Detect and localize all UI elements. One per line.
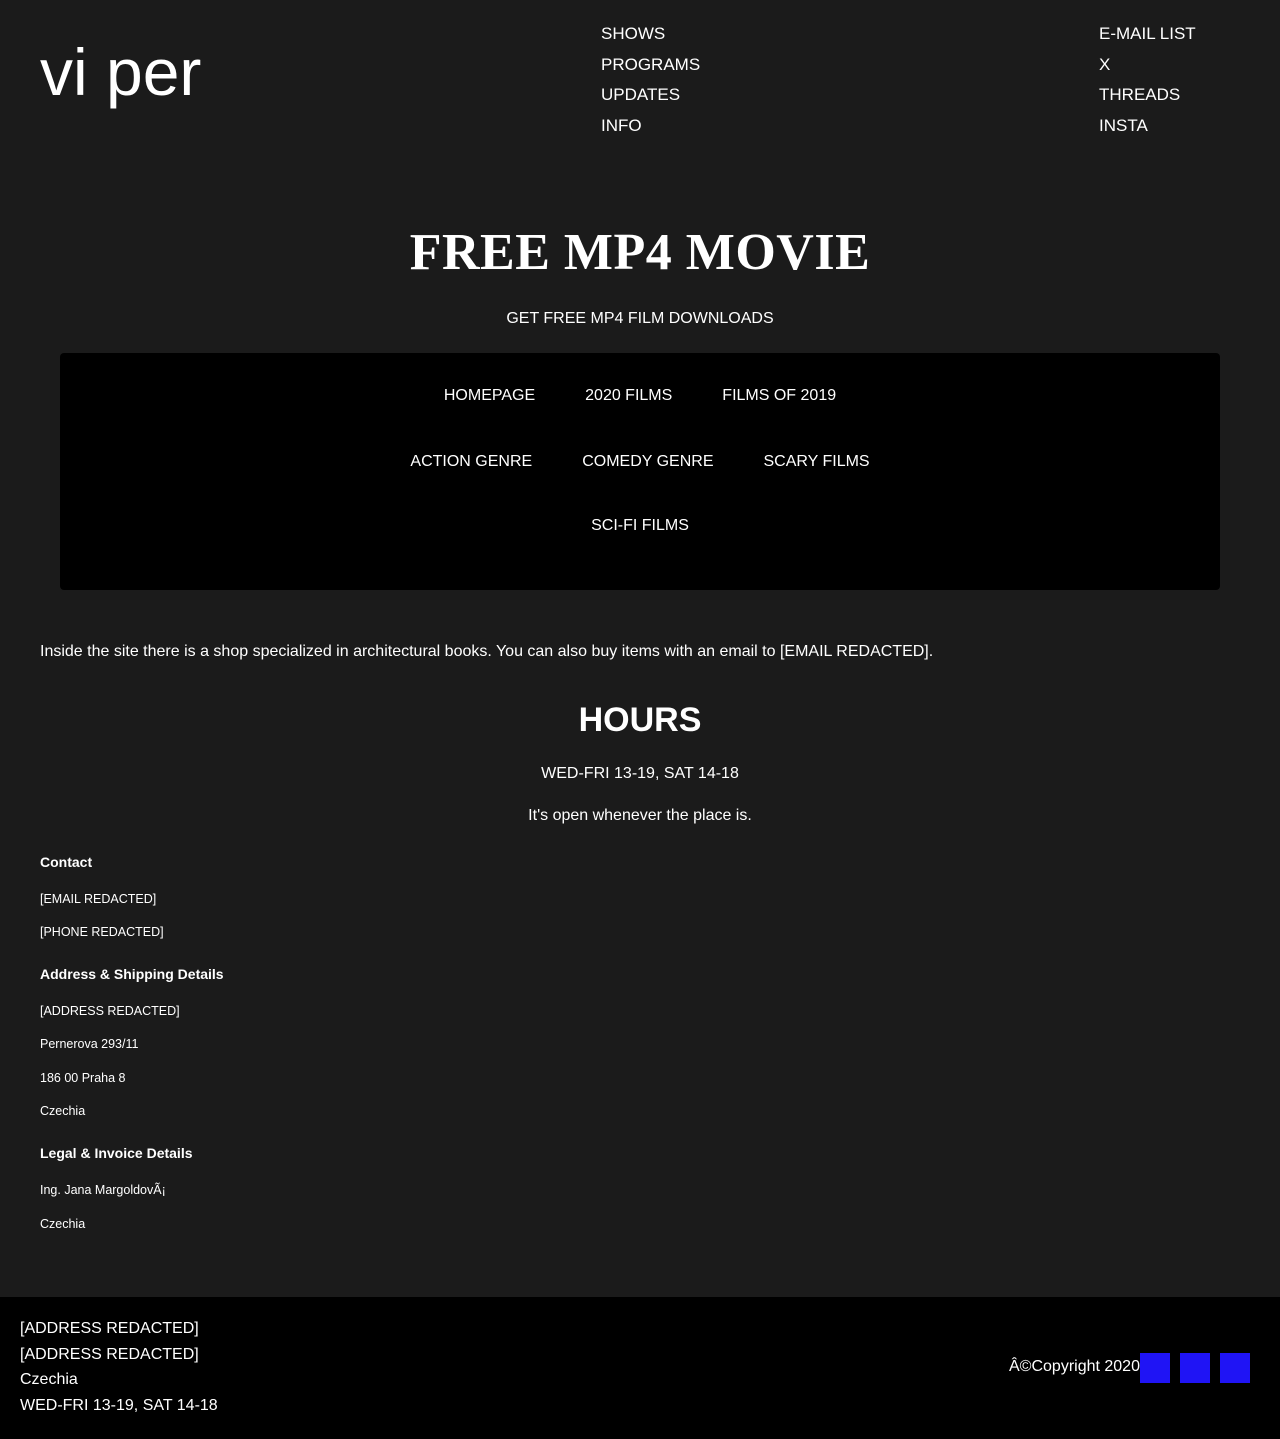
nav-item-x[interactable]: X	[1099, 50, 1196, 81]
legal-line: Ing. Jana MargoldovÃ¡	[40, 1183, 166, 1197]
menu-item-scary-films[interactable]: SCARY FILMS	[763, 452, 869, 472]
legal-heading: Legal & Invoice Details	[40, 1145, 193, 1161]
footer-line: WED-FRI 13-19, SAT 14-18	[20, 1397, 218, 1415]
nav-link-insta[interactable]: INSTA	[1099, 116, 1148, 135]
menu-item-action-genre[interactable]: ACTION GENRE	[410, 452, 532, 472]
contact-email[interactable]: [EMAIL REDACTED]	[40, 891, 156, 907]
hero-title: FREE MP4 MOVIE	[409, 224, 871, 281]
hours-heading: HOURS	[578, 701, 702, 739]
intro-text: Inside the site there is a shop speciali…	[40, 643, 934, 660]
nav-item-threads[interactable]: THREADS	[1099, 80, 1196, 111]
menu-item-2020-films[interactable]: 2020 FILMS	[585, 386, 672, 406]
nav-link-info[interactable]: INFO	[601, 116, 642, 135]
social-icon-2[interactable]	[1180, 1353, 1210, 1383]
nav-link-x[interactable]: X	[1099, 55, 1110, 74]
copyright-text: Â©Copyright 2020	[1009, 1358, 1140, 1375]
legal-line: Czechia	[40, 1217, 86, 1231]
hours-time: WED-FRI 13-19, SAT 14-18	[541, 765, 739, 782]
contact-phone[interactable]: [PHONE REDACTED]	[40, 924, 164, 940]
social-nav: E-MAIL LIST X THREADS INSTA	[1099, 19, 1196, 141]
footer-line: Czechia	[20, 1371, 78, 1389]
address-line: [ADDRESS REDACTED]	[40, 1004, 180, 1018]
footer-line: [ADDRESS REDACTED]	[20, 1345, 199, 1363]
address-line: Czechia	[40, 1104, 86, 1118]
nav-item-info[interactable]: INFO	[601, 111, 700, 142]
social-icon-1[interactable]	[1140, 1353, 1170, 1383]
category-menu: HOMEPAGE 2020 FILMS FILMS OF 2019 ACTION…	[60, 353, 1220, 590]
social-icon-3[interactable]	[1220, 1353, 1250, 1383]
nav-item-updates[interactable]: UPDATES	[601, 80, 700, 111]
hours-note: It's open whenever the place is.	[528, 807, 752, 824]
address-line: 186 00 Praha 8	[40, 1071, 126, 1085]
menu-row: HOMEPAGE 2020 FILMS FILMS OF 2019	[60, 386, 1220, 406]
nav-item-insta[interactable]: INSTA	[1099, 111, 1196, 142]
hero-subtitle: GET FREE MP4 FILM DOWNLOADS	[506, 310, 774, 327]
site-footer: [ADDRESS REDACTED] [ADDRESS REDACTED] Cz…	[0, 1297, 1280, 1439]
nav-item-shows[interactable]: SHOWS	[601, 19, 700, 50]
nav-link-programs[interactable]: PROGRAMS	[601, 55, 700, 74]
nav-link-shows[interactable]: SHOWS	[601, 24, 665, 43]
menu-item-homepage[interactable]: HOMEPAGE	[444, 386, 535, 406]
address-heading: Address & Shipping Details	[40, 966, 224, 982]
footer-line: [ADDRESS REDACTED]	[20, 1320, 199, 1337]
menu-row: ACTION GENRE COMEDY GENRE SCARY FILMS	[60, 452, 1220, 472]
site-logo[interactable]: vi per	[40, 34, 201, 110]
nav-link-updates[interactable]: UPDATES	[601, 85, 680, 104]
nav-link-email-list[interactable]: E-MAIL LIST	[1099, 24, 1196, 43]
address-line: Pernerova 293/11	[40, 1037, 139, 1051]
social-icons	[1140, 1353, 1250, 1383]
menu-item-films-of-2019[interactable]: FILMS OF 2019	[722, 386, 836, 406]
menu-row: SCI-FI FILMS	[60, 516, 1220, 536]
nav-item-programs[interactable]: PROGRAMS	[601, 50, 700, 81]
footer-address: [ADDRESS REDACTED] [ADDRESS REDACTED] Cz…	[20, 1316, 218, 1419]
main-nav: SHOWS PROGRAMS UPDATES INFO	[601, 19, 700, 141]
menu-item-comedy-genre[interactable]: COMEDY GENRE	[582, 452, 713, 472]
contact-heading: Contact	[40, 854, 93, 870]
menu-item-sci-fi-films[interactable]: SCI-FI FILMS	[591, 516, 689, 536]
nav-item-email-list[interactable]: E-MAIL LIST	[1099, 19, 1196, 50]
nav-link-threads[interactable]: THREADS	[1099, 85, 1180, 104]
site-header: vi per SHOWS PROGRAMS UPDATES INFO E-MAI…	[0, 0, 1280, 170]
